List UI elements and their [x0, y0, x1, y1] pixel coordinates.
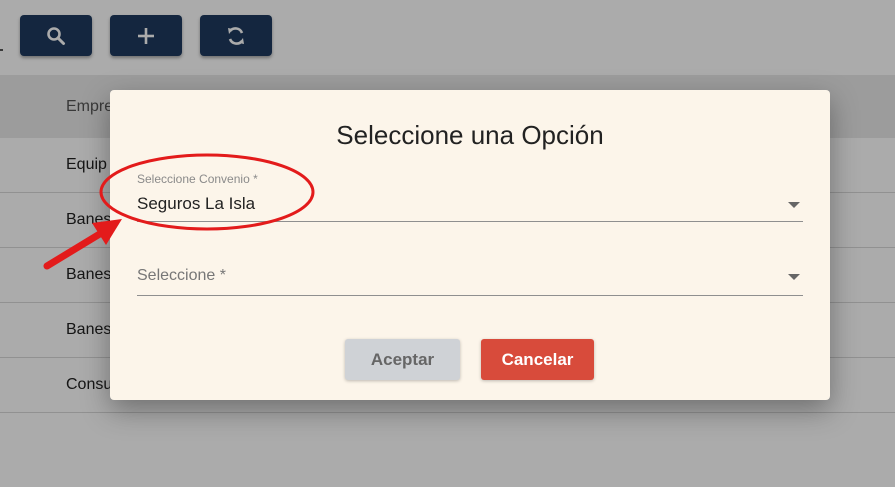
field-underline: [137, 295, 803, 296]
accept-button[interactable]: Aceptar: [345, 339, 460, 380]
convenio-value: Seguros La Isla: [137, 194, 256, 213]
dropdown-arrow-icon[interactable]: [788, 274, 800, 280]
option-placeholder: Seleccione *: [137, 267, 226, 284]
option-select[interactable]: Seleccione *: [137, 258, 803, 296]
field-underline: [137, 221, 803, 222]
dialog-title: Seleccione una Opción: [336, 120, 604, 150]
cancel-button[interactable]: Cancelar: [481, 339, 594, 380]
convenio-label: Seleccione Convenio *: [137, 172, 258, 186]
option-dialog: Seleccione una Opción Seleccione Conveni…: [110, 90, 830, 400]
dropdown-arrow-icon[interactable]: [788, 202, 800, 208]
convenio-select[interactable]: Seleccione Convenio * Seguros La Isla: [137, 170, 803, 222]
